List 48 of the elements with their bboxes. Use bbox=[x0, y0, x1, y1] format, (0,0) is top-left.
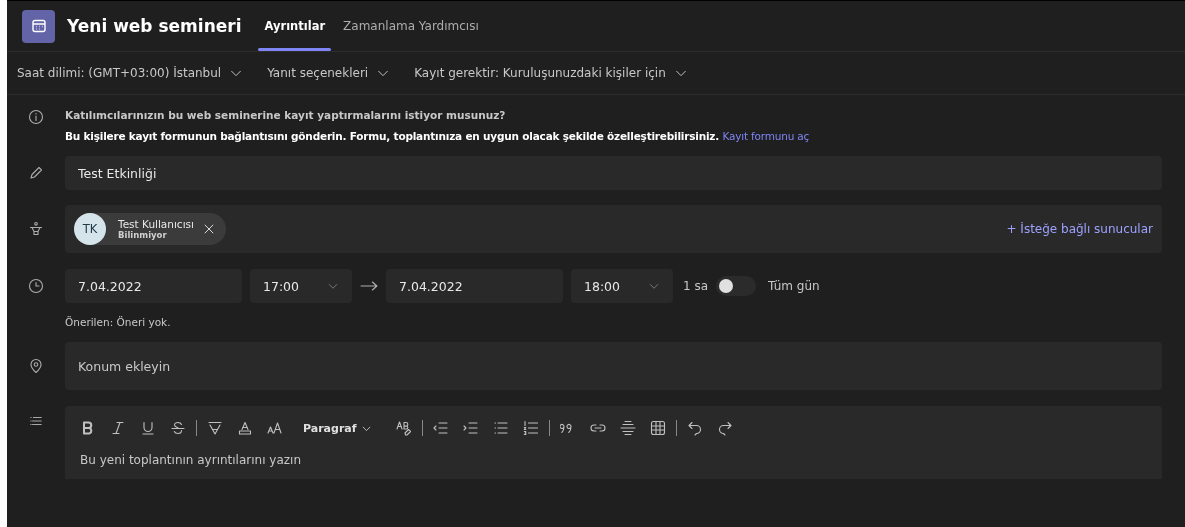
pencil-icon bbox=[28, 165, 44, 181]
optional-presenters-link[interactable]: + İsteğe bağlı sunucular bbox=[1006, 222, 1153, 236]
location-field[interactable]: Konum ekleyin bbox=[65, 342, 1162, 390]
options-dropdown[interactable]: Yanıt seçenekleri bbox=[267, 66, 391, 80]
duration-label: 1 sa bbox=[683, 279, 709, 293]
editor-placeholder[interactable]: Bu yeni toplantının ayrıntılarını yazın bbox=[80, 453, 1147, 467]
window-title: Yeni web semineri bbox=[67, 16, 242, 36]
info-icon bbox=[28, 109, 44, 125]
options-dropdown[interactable]: Saat dilimi: (GMT+03:00) İstanbul bbox=[17, 66, 244, 80]
avatar: TK bbox=[74, 213, 106, 245]
options-dropdown[interactable]: Kayıt gerektir: Kuruluşunuzdaki kişiler için bbox=[414, 66, 688, 80]
strikethrough-icon[interactable] bbox=[170, 420, 186, 436]
start-time-dropdown[interactable]: 17:00 bbox=[250, 269, 352, 303]
clock-icon bbox=[28, 278, 44, 294]
table-icon[interactable] bbox=[649, 420, 666, 436]
highlighter-icon[interactable] bbox=[207, 420, 223, 436]
all-day-label: Tüm gün bbox=[768, 279, 820, 293]
start-date-field[interactable]: 7.04.2022 bbox=[65, 269, 242, 303]
underline-icon[interactable] bbox=[140, 420, 156, 436]
toggle-switch[interactable] bbox=[716, 276, 757, 296]
outdent-icon[interactable] bbox=[432, 420, 449, 436]
title-field[interactable]: Test Etkinliği bbox=[65, 156, 1162, 190]
tab[interactable]: Zamanlama Yardımcısı bbox=[334, 1, 488, 51]
paragraph-dropdown[interactable]: Paragraf bbox=[303, 421, 372, 435]
font-size-icon[interactable] bbox=[267, 420, 283, 436]
indent-icon[interactable] bbox=[462, 420, 479, 436]
calendar-icon bbox=[22, 9, 55, 43]
end-time-dropdown[interactable]: 18:00 bbox=[571, 269, 673, 303]
registration-question: Katılımcılarınızın bu web seminerine kayıt yaptırmalarını istiyor musunuz? bbox=[65, 109, 507, 121]
bulleted-list-icon[interactable] bbox=[492, 420, 509, 436]
registration-description: Bu kişilere kayıt formunun bağlantısını gönderin. Formu, toplantınıza en uygun olacak şekilde özelleştirebilirsiniz. Kayıt formunu aç bbox=[65, 130, 810, 142]
redo-icon[interactable] bbox=[716, 420, 733, 436]
location-icon bbox=[28, 358, 44, 374]
tab[interactable]: Ayrıntılar bbox=[255, 1, 335, 51]
end-date-field[interactable]: 7.04.2022 bbox=[386, 269, 563, 303]
font-color-icon[interactable] bbox=[237, 420, 253, 436]
presenter-name: Test Kullanıcısı bbox=[118, 218, 194, 230]
presenters-field[interactable]: TK Test Kullanıcısı Bilinmiyor + İsteğe bağlı sunucular bbox=[65, 205, 1162, 253]
registration-form-link[interactable]: Kayıt formunu aç bbox=[722, 130, 810, 142]
italic-icon[interactable] bbox=[110, 420, 126, 436]
presenter-status: Bilinmiyor bbox=[118, 230, 168, 240]
details-icon bbox=[29, 414, 43, 428]
suggestion-text: Önerilen: Öneri yok. bbox=[64, 316, 172, 328]
horizontal-rule-icon[interactable] bbox=[619, 420, 636, 436]
undo-icon[interactable] bbox=[686, 420, 703, 436]
numbered-list-icon[interactable] bbox=[522, 420, 539, 436]
clear-formatting-icon[interactable] bbox=[395, 420, 412, 436]
presenter-icon bbox=[28, 221, 44, 237]
